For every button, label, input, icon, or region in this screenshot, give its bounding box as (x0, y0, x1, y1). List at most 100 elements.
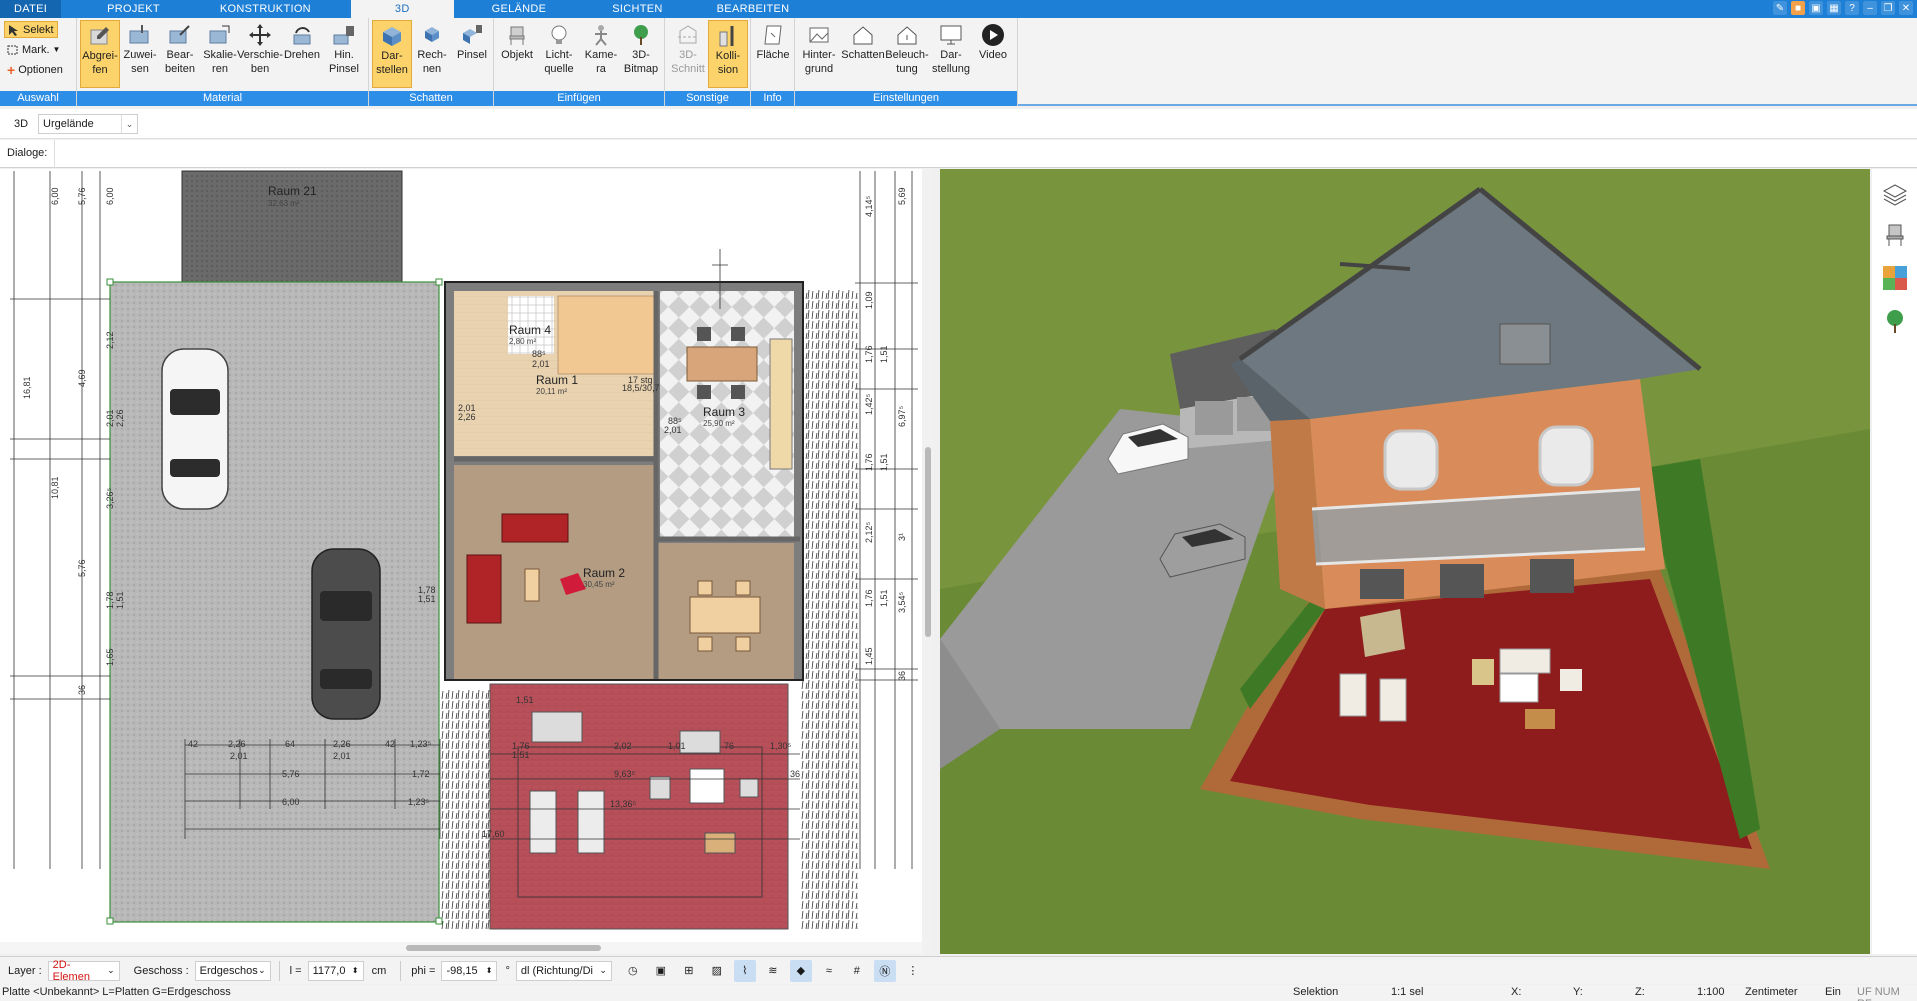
area-info-icon (761, 22, 785, 48)
help-icon[interactable]: ? (1845, 1, 1859, 15)
more-icon[interactable]: ⋮ (902, 960, 924, 982)
tab-datei[interactable]: DATEI (0, 0, 62, 18)
status-scale: 1:100 (1697, 986, 1725, 998)
camera-figure-icon (589, 22, 613, 48)
ortho-icon[interactable]: ◆ (789, 959, 812, 982)
shadow-brush-icon (460, 22, 484, 48)
restore-icon[interactable]: ❐ (1881, 1, 1895, 15)
tab-sichten[interactable]: SICHTEN (584, 0, 690, 18)
shadow-cube-icon (380, 23, 404, 49)
clock-icon[interactable]: ◷ (622, 960, 644, 982)
schatten-pinsel-button[interactable]: Pinsel (452, 20, 492, 88)
status-z: Z: (1635, 986, 1645, 998)
layer-select[interactable]: 2D-Elemen ⌄ (47, 959, 120, 983)
3d-view[interactable] (940, 169, 1870, 954)
mode-value: dl (Richtung/Di (520, 964, 593, 977)
house-light-icon (895, 22, 919, 48)
status-message: Platte <Unbekannt> L=Platten G=Erdgescho… (2, 986, 231, 998)
status-flags: UF NUM RF (1857, 986, 1900, 1001)
north-icon[interactable]: Ⓝ (873, 959, 896, 982)
terrain-select[interactable]: Urgelände ⌄ (38, 114, 138, 134)
objekt-button[interactable]: Objekt (497, 20, 537, 88)
darstellen-button[interactable]: Dar- stellen (372, 20, 412, 88)
tab-bearbeiten[interactable]: BEARBEITEN (691, 0, 816, 18)
materials-icon[interactable] (1881, 264, 1909, 292)
phi-unit: ° (505, 964, 510, 977)
grid-icon[interactable]: # (846, 960, 868, 982)
kamera-button[interactable]: Kame- ra (581, 20, 621, 88)
hintergrund-pinsel-button[interactable]: Hin. Pinsel (324, 20, 364, 88)
flaeche-button[interactable]: Fläche (753, 20, 793, 88)
snap-line-icon[interactable]: ⌇ (733, 959, 756, 982)
selekt-button[interactable]: Selekt (4, 21, 58, 38)
waves-icon[interactable]: ≈ (818, 960, 840, 982)
skalieren-button[interactable]: Skalie- ren (200, 20, 240, 88)
markieren-button[interactable]: Mark. ▼ (4, 41, 63, 58)
group-caption: Schatten (369, 91, 493, 106)
status-unit: Zentimeter (1745, 986, 1798, 998)
hintergrund-button[interactable]: Hinter- grund (799, 20, 839, 88)
verschieben-button[interactable]: Verschie- ben (237, 20, 283, 88)
abgreifen-button[interactable]: Abgrei- fen (80, 20, 120, 88)
group-caption: Info (751, 91, 794, 106)
length-input[interactable]: 1177,0 ⬍ (307, 960, 364, 981)
mode-select[interactable]: dl (Richtung/Di ⌄ (515, 960, 612, 981)
close-icon[interactable]: ✕ (1899, 1, 1913, 15)
screen-icon[interactable]: ▣ (650, 960, 672, 982)
tab-konstruktion[interactable]: KONSTRUKTION (184, 0, 351, 18)
chevron-down-icon: ⌄ (599, 965, 607, 975)
background-icon (807, 22, 831, 48)
plant-icon[interactable] (1881, 307, 1909, 335)
bearbeiten-button[interactable]: Bear- beiten (160, 20, 200, 88)
phi-input[interactable]: -98,15 ⬍ (441, 960, 498, 981)
color-icon[interactable]: ■ (1791, 1, 1805, 15)
floor-plan-view[interactable]: Raum 21 32,63 m² Raum 4 2,80 m² Raum 1 2… (0, 169, 934, 954)
tab-gelaende[interactable]: GELÄNDE (454, 0, 585, 18)
plus-icon: + (7, 61, 16, 78)
3d-schnitt-button[interactable]: 3D- Schnitt (668, 20, 708, 88)
video-button[interactable]: Video (973, 20, 1013, 88)
capture-icon[interactable]: ⊞ (678, 960, 700, 982)
zuweisen-button[interactable]: Zuwei- sen (120, 20, 160, 88)
lichtquelle-button[interactable]: Licht- quelle (539, 20, 579, 88)
ribbon-group-schatten: Dar- stellen Rech- nen Pinsel Schatten (369, 18, 494, 106)
room-area: 20,11 m² (536, 387, 567, 396)
room-label: Raum 2 (583, 566, 626, 580)
geschoss-select[interactable]: Erdgeschos ⌄ (194, 960, 271, 981)
beleuchtung-button[interactable]: Beleuch- tung (885, 20, 929, 88)
hatch-icon[interactable]: ≋ (762, 960, 784, 982)
group-caption: Einfügen (494, 91, 664, 106)
chevron-down-icon: ⌄ (121, 115, 137, 133)
3d-bitmap-button[interactable]: 3D- Bitmap (621, 20, 661, 88)
paint-icon[interactable]: ▨ (706, 960, 728, 982)
plan-vertical-scrollbar[interactable] (922, 169, 934, 954)
rechnen-button[interactable]: Rech- nen (412, 20, 452, 88)
layout-icon[interactable]: ▦ (1827, 1, 1841, 15)
lightbulb-icon (547, 22, 571, 48)
tab-3d[interactable]: 3D (350, 0, 454, 18)
chair-catalog-icon[interactable] (1881, 221, 1909, 249)
tree-icon (629, 22, 653, 48)
minimize-icon[interactable]: – (1863, 1, 1877, 15)
cursor-icon (9, 24, 18, 36)
scale-icon (208, 22, 232, 48)
window-controls: ✎ ■ ▣ ▦ ? – ❐ ✕ (1773, 1, 1913, 15)
group-caption: Sonstige (665, 91, 750, 106)
schatten-einstellung-button[interactable]: Schatten (841, 20, 885, 88)
room-label: Raum 4 (509, 323, 552, 337)
ribbon-group-info: Fläche Info (751, 18, 795, 106)
drehen-button[interactable]: Drehen (282, 20, 322, 88)
darstellung-button[interactable]: Dar- stellung (931, 20, 971, 88)
compute-shadow-icon (420, 22, 444, 48)
optionen-button[interactable]: + Optionen (4, 61, 66, 78)
tools-icon[interactable]: ✎ (1773, 1, 1787, 15)
tab-projekt[interactable]: PROJEKT (61, 0, 184, 18)
3d-house-render (940, 169, 1870, 954)
group-caption: Auswahl (0, 91, 76, 106)
window-icon[interactable]: ▣ (1809, 1, 1823, 15)
view-tag: 3D (14, 118, 29, 130)
layers-icon[interactable] (1881, 181, 1909, 209)
phi-value: -98,15 (446, 964, 478, 977)
kollision-button[interactable]: Kolli- sion (708, 20, 748, 88)
plan-horizontal-scrollbar[interactable] (0, 942, 922, 954)
